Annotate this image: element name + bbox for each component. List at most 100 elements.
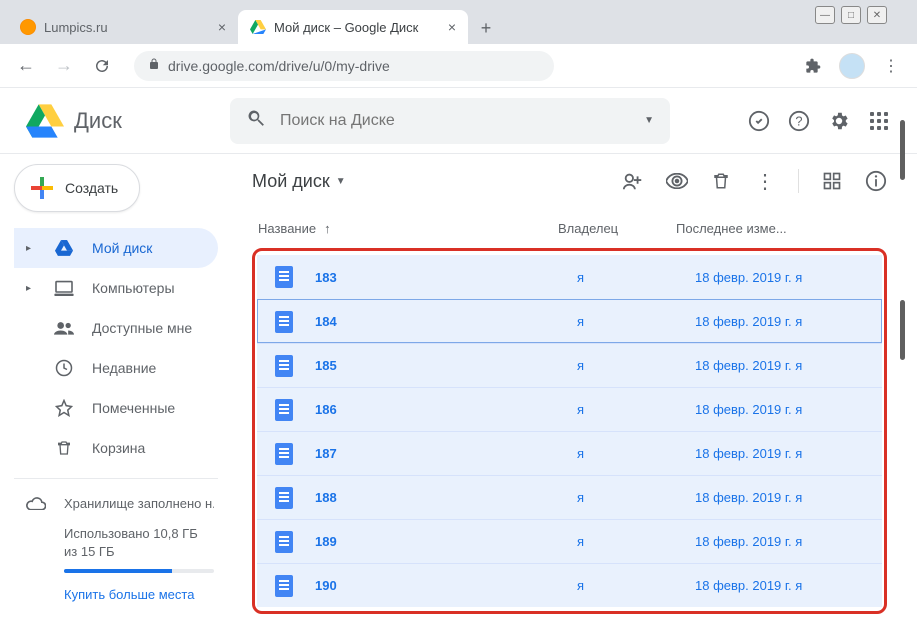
file-row[interactable]: 190я18 февр. 2019 г. я <box>257 563 882 607</box>
divider <box>14 478 218 479</box>
computers-icon <box>54 278 74 298</box>
doc-icon <box>275 399 293 421</box>
sidebar-item-starred[interactable]: ▸ Помеченные <box>14 388 218 428</box>
file-row[interactable]: 187я18 февр. 2019 г. я <box>257 431 882 475</box>
browser-tab[interactable]: Lumpics.ru × <box>8 10 238 44</box>
content-header: Мой диск ▼ ⋮ <box>252 154 887 208</box>
cloud-icon <box>26 493 46 513</box>
forward-button[interactable]: → <box>52 54 76 78</box>
sidebar-item-label: Недавние <box>92 360 156 376</box>
main-area: Создать ▸ Мой диск ▸ Компьютеры ▸ Доступ… <box>0 154 917 632</box>
search-icon <box>246 108 266 133</box>
chevron-right-icon: ▸ <box>26 243 36 254</box>
preview-icon[interactable] <box>666 170 688 192</box>
grid-view-icon[interactable] <box>821 170 843 192</box>
ready-offline-icon[interactable] <box>747 109 771 133</box>
breadcrumb-label: Мой диск <box>252 171 330 192</box>
file-row[interactable]: 186я18 февр. 2019 г. я <box>257 387 882 431</box>
scrollbar-thumb[interactable] <box>900 300 905 360</box>
delete-icon[interactable] <box>710 170 732 192</box>
search-options-icon[interactable]: ▼ <box>644 115 654 126</box>
support-icon[interactable]: ? <box>787 109 811 133</box>
search-box[interactable]: ▼ <box>230 98 670 144</box>
new-tab-button[interactable]: + <box>472 14 500 42</box>
file-name: 189 <box>315 534 577 549</box>
browser-tab-strip: Lumpics.ru × Мой диск – Google Диск × + <box>0 0 917 44</box>
create-button[interactable]: Создать <box>14 164 140 212</box>
close-icon[interactable]: × <box>448 19 456 35</box>
drive-logo[interactable]: Диск <box>26 104 230 138</box>
sidebar-item-label: Помеченные <box>92 400 175 416</box>
browser-tab-active[interactable]: Мой диск – Google Диск × <box>238 10 468 44</box>
content-pane: Мой диск ▼ ⋮ Название ↑ Владелец <box>236 154 917 632</box>
file-modified: 18 февр. 2019 г. я <box>695 490 864 505</box>
file-owner: я <box>577 446 695 461</box>
extensions-icon[interactable] <box>801 54 825 78</box>
file-owner: я <box>577 578 695 593</box>
browser-toolbar: ← → drive.google.com/drive/u/0/my-drive … <box>0 44 917 88</box>
column-header-modified[interactable]: Последнее изме... <box>676 221 881 236</box>
file-modified: 18 февр. 2019 г. я <box>695 402 864 417</box>
apps-launcher-icon[interactable] <box>867 109 891 133</box>
sidebar-item-label: Доступные мне <box>92 320 192 336</box>
storage-bar <box>64 569 214 573</box>
doc-icon <box>275 266 293 288</box>
more-icon[interactable]: ⋮ <box>754 170 776 192</box>
file-row[interactable]: 183я18 февр. 2019 г. я <box>257 255 882 299</box>
trash-icon <box>54 438 74 458</box>
file-modified: 18 февр. 2019 г. я <box>695 314 864 329</box>
storage-title-row[interactable]: Хранилище заполнено н... <box>26 493 214 513</box>
storage-bar-fill <box>64 569 172 573</box>
share-icon[interactable] <box>622 170 644 192</box>
file-owner: я <box>577 270 695 285</box>
header-tools: ? <box>747 109 891 133</box>
lock-icon <box>148 57 160 74</box>
sidebar-item-shared[interactable]: ▸ Доступные мне <box>14 308 218 348</box>
scrollbar-thumb[interactable] <box>900 120 905 180</box>
column-header-name-label: Название <box>258 221 316 236</box>
favicon-icon <box>20 19 36 35</box>
file-owner: я <box>577 358 695 373</box>
sidebar: Создать ▸ Мой диск ▸ Компьютеры ▸ Доступ… <box>0 154 236 632</box>
reload-button[interactable] <box>90 54 114 78</box>
sidebar-item-trash[interactable]: ▸ Корзина <box>14 428 218 468</box>
file-row[interactable]: 185я18 февр. 2019 г. я <box>257 343 882 387</box>
window-minimize-button[interactable]: ― <box>815 6 835 24</box>
settings-icon[interactable] <box>827 109 851 133</box>
right-scroll-indicator <box>900 120 905 360</box>
window-close-button[interactable]: ✕ <box>867 6 887 24</box>
breadcrumb[interactable]: Мой диск ▼ <box>252 171 346 192</box>
file-row[interactable]: 188я18 февр. 2019 г. я <box>257 475 882 519</box>
tab-title: Мой диск – Google Диск <box>274 20 418 35</box>
sidebar-item-label: Мой диск <box>92 240 152 256</box>
sidebar-item-mydrive[interactable]: ▸ Мой диск <box>14 228 218 268</box>
address-bar[interactable]: drive.google.com/drive/u/0/my-drive <box>134 51 554 81</box>
storage-block: Хранилище заполнено н... Использовано 10… <box>14 489 236 602</box>
file-row[interactable]: 184я18 февр. 2019 г. я <box>257 299 882 343</box>
buy-more-link[interactable]: Купить больше места <box>26 587 214 602</box>
product-name: Диск <box>74 108 122 134</box>
mydrive-icon <box>54 238 74 258</box>
file-owner: я <box>577 534 695 549</box>
doc-icon <box>275 355 293 377</box>
chevron-down-icon: ▼ <box>336 176 346 187</box>
window-maximize-button[interactable]: □ <box>841 6 861 24</box>
info-icon[interactable] <box>865 170 887 192</box>
doc-icon <box>275 487 293 509</box>
create-button-label: Создать <box>65 180 118 196</box>
column-header-name[interactable]: Название ↑ <box>258 221 558 236</box>
file-list: 183я18 февр. 2019 г. я184я18 февр. 2019 … <box>252 248 887 614</box>
tab-title: Lumpics.ru <box>44 20 108 35</box>
sidebar-item-computers[interactable]: ▸ Компьютеры <box>14 268 218 308</box>
column-headers: Название ↑ Владелец Последнее изме... <box>252 208 887 248</box>
sidebar-item-label: Корзина <box>92 440 145 456</box>
column-header-owner[interactable]: Владелец <box>558 221 676 236</box>
sidebar-item-recent[interactable]: ▸ Недавние <box>14 348 218 388</box>
browser-menu-icon[interactable]: ⋮ <box>879 54 903 78</box>
close-icon[interactable]: × <box>218 19 226 35</box>
file-row[interactable]: 189я18 февр. 2019 г. я <box>257 519 882 563</box>
profile-avatar[interactable] <box>839 53 865 79</box>
column-header-modified-label: Последнее изме... <box>676 221 787 236</box>
back-button[interactable]: ← <box>14 54 38 78</box>
search-input[interactable] <box>280 112 644 130</box>
